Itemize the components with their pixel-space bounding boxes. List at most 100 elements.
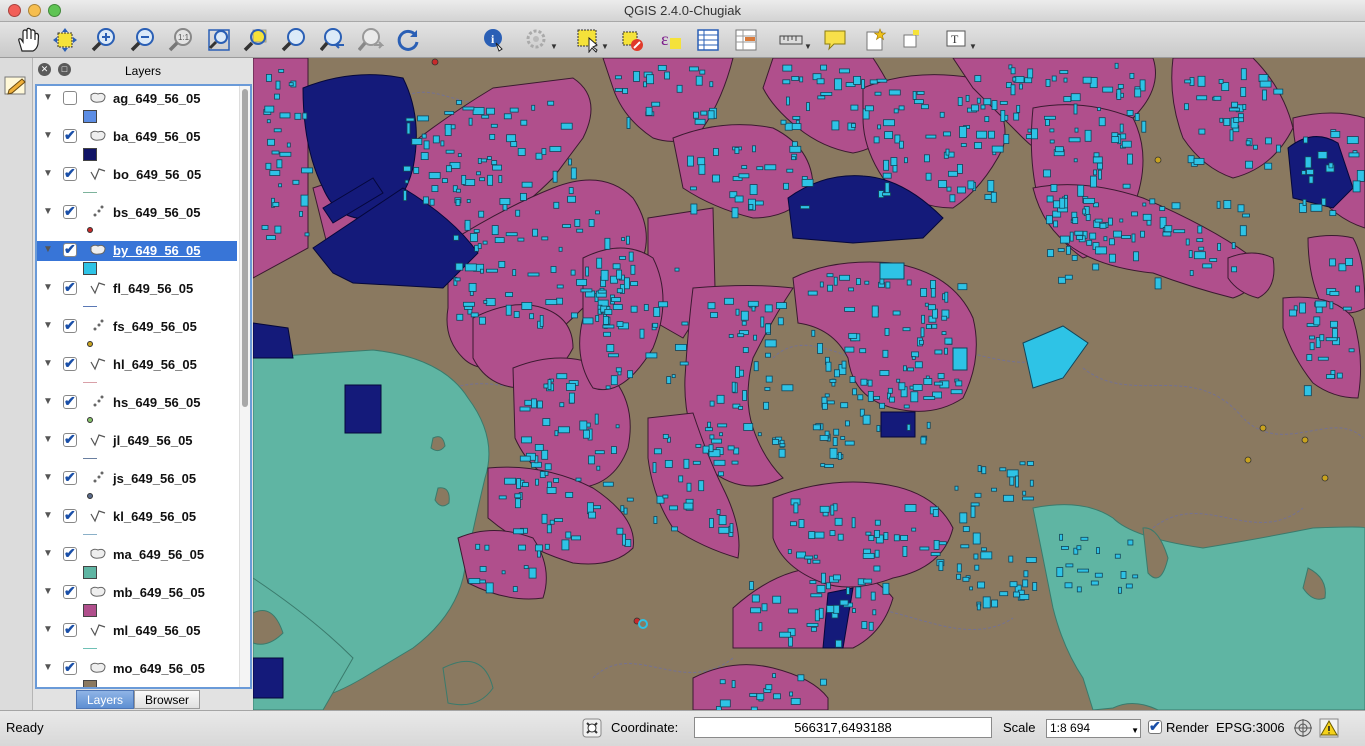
layer-visibility-checkbox[interactable] xyxy=(63,393,77,410)
map-tips-icon[interactable] xyxy=(820,25,850,55)
layer-item-mo[interactable]: ▼ mo_649_56_05 xyxy=(37,656,237,687)
building-footprint xyxy=(861,79,865,90)
layer-item-fs[interactable]: ▼ fs_649_56_05 xyxy=(37,314,237,352)
select-by-action-icon[interactable]: ▼ xyxy=(522,25,558,55)
layer-item-js[interactable]: ▼ js_649_56_05 xyxy=(37,466,237,504)
identify-icon[interactable]: i xyxy=(478,25,508,55)
layer-item-hl[interactable]: ▼ hl_649_56_05 xyxy=(37,352,237,390)
building-footprint xyxy=(1098,117,1106,127)
zoom-last-icon[interactable] xyxy=(318,25,348,55)
building-footprint xyxy=(278,183,283,188)
deselect-icon[interactable] xyxy=(617,25,647,55)
refresh-icon[interactable] xyxy=(393,25,423,55)
map-canvas[interactable] xyxy=(253,58,1365,710)
layer-item-kl[interactable]: ▼ kl_649_56_05 xyxy=(37,504,237,542)
edit-pencil-icon[interactable] xyxy=(4,74,28,96)
zoom-to-layer-icon[interactable] xyxy=(279,25,309,55)
layer-item-by[interactable]: ▼ by_649_56_05 xyxy=(37,238,237,276)
layer-visibility-checkbox[interactable] xyxy=(63,355,77,372)
layer-item-hs[interactable]: ▼ hs_649_56_05 xyxy=(37,390,237,428)
scale-combobox[interactable]: 1:8 694 ▼ xyxy=(1046,719,1141,738)
select-features-icon[interactable]: ▼ xyxy=(573,25,609,55)
layer-visibility-checkbox[interactable] xyxy=(63,469,77,486)
layer-visibility-checkbox[interactable] xyxy=(63,431,77,448)
expand-triangle-icon[interactable]: ▼ xyxy=(43,92,53,103)
scrollbar-thumb[interactable] xyxy=(242,89,248,407)
building-footprint xyxy=(1047,249,1054,258)
building-footprint xyxy=(276,159,283,169)
layer-visibility-checkbox[interactable] xyxy=(63,203,77,220)
layer-item-ag[interactable]: ▼ ag_649_56_05 xyxy=(37,86,237,124)
building-footprint xyxy=(455,262,464,271)
expand-triangle-icon[interactable]: ▼ xyxy=(43,434,53,445)
expand-triangle-icon[interactable]: ▼ xyxy=(43,168,53,179)
layer-item-ba[interactable]: ▼ ba_649_56_05 xyxy=(37,124,237,162)
tab-layers[interactable]: Layers xyxy=(76,690,135,709)
show-bookmarks-icon[interactable] xyxy=(896,25,926,55)
expand-triangle-icon[interactable]: ▼ xyxy=(43,282,53,293)
layer-visibility-checkbox[interactable] xyxy=(63,621,77,638)
layer-item-mb[interactable]: ▼ mb_649_56_05 xyxy=(37,580,237,618)
layer-visibility-checkbox[interactable] xyxy=(63,241,77,258)
expand-triangle-icon[interactable]: ▼ xyxy=(43,244,53,255)
select-by-expression-icon[interactable]: ε xyxy=(656,25,686,55)
field-calculator-icon[interactable] xyxy=(731,25,761,55)
building-footprint xyxy=(1231,266,1237,273)
attribute-table-icon[interactable] xyxy=(693,25,723,55)
measure-icon[interactable]: ▼ xyxy=(776,25,812,55)
layer-visibility-checkbox[interactable] xyxy=(63,583,77,600)
layer-item-ma[interactable]: ▼ ma_649_56_05 xyxy=(37,542,237,580)
building-footprint xyxy=(946,186,952,192)
layer-item-jl[interactable]: ▼ jl_649_56_05 xyxy=(37,428,237,466)
render-checkbox[interactable] xyxy=(1148,718,1162,735)
pan-to-selection-icon[interactable] xyxy=(50,25,80,55)
pan-icon[interactable] xyxy=(12,25,42,55)
expand-triangle-icon[interactable]: ▼ xyxy=(43,206,53,217)
expand-triangle-icon[interactable]: ▼ xyxy=(43,548,53,559)
zoom-actual-icon[interactable]: 1:1 xyxy=(166,25,196,55)
layer-item-fl[interactable]: ▼ fl_649_56_05 xyxy=(37,276,237,314)
crs-globe-icon[interactable] xyxy=(1293,718,1313,738)
zoom-to-selection-icon[interactable] xyxy=(241,25,271,55)
layer-visibility-checkbox[interactable] xyxy=(63,91,77,105)
layer-visibility-checkbox[interactable] xyxy=(63,127,77,144)
layer-item-bo[interactable]: ▼ bo_649_56_05 xyxy=(37,162,237,200)
coordinate-toggle-icon[interactable] xyxy=(582,718,602,738)
layer-visibility-checkbox[interactable] xyxy=(63,279,77,296)
layer-visibility-checkbox[interactable] xyxy=(63,545,77,562)
layer-item-bs[interactable]: ▼ bs_649_56_05 xyxy=(37,200,237,238)
panel-title: Layers xyxy=(124,64,162,78)
zoom-next-icon[interactable] xyxy=(356,25,386,55)
layer-tree-scrollbar[interactable] xyxy=(239,86,250,687)
zoom-full-icon[interactable] xyxy=(204,25,234,55)
expand-triangle-icon[interactable]: ▼ xyxy=(43,586,53,597)
tab-browser[interactable]: Browser xyxy=(134,690,201,709)
building-footprint xyxy=(882,172,892,179)
building-footprint xyxy=(693,111,699,119)
building-footprint xyxy=(863,578,873,584)
expand-triangle-icon[interactable]: ▼ xyxy=(43,396,53,407)
expand-triangle-icon[interactable]: ▼ xyxy=(43,624,53,635)
building-footprint xyxy=(595,210,600,215)
layer-visibility-checkbox[interactable] xyxy=(63,165,77,182)
zoom-in-icon[interactable] xyxy=(89,25,119,55)
building-footprint xyxy=(1082,76,1092,84)
expand-triangle-icon[interactable]: ▼ xyxy=(43,320,53,331)
text-annotation-icon[interactable]: T ▼ xyxy=(941,25,977,55)
layer-visibility-checkbox[interactable] xyxy=(63,507,77,524)
expand-triangle-icon[interactable]: ▼ xyxy=(43,472,53,483)
messages-warning-icon[interactable] xyxy=(1319,718,1339,738)
layer-visibility-checkbox[interactable] xyxy=(63,659,77,676)
new-bookmark-icon[interactable] xyxy=(860,25,890,55)
expand-triangle-icon[interactable]: ▼ xyxy=(43,510,53,521)
building-footprint xyxy=(662,433,669,439)
crs-status[interactable]: EPSG:3006 xyxy=(1216,720,1285,735)
layer-item-ml[interactable]: ▼ ml_649_56_05 xyxy=(37,618,237,656)
expand-triangle-icon[interactable]: ▼ xyxy=(43,662,53,673)
building-footprint xyxy=(549,519,555,525)
expand-triangle-icon[interactable]: ▼ xyxy=(43,358,53,369)
layer-visibility-checkbox[interactable] xyxy=(63,317,77,334)
coordinate-field[interactable]: 566317,6493188 xyxy=(694,717,992,738)
expand-triangle-icon[interactable]: ▼ xyxy=(43,130,53,141)
zoom-out-icon[interactable] xyxy=(128,25,158,55)
